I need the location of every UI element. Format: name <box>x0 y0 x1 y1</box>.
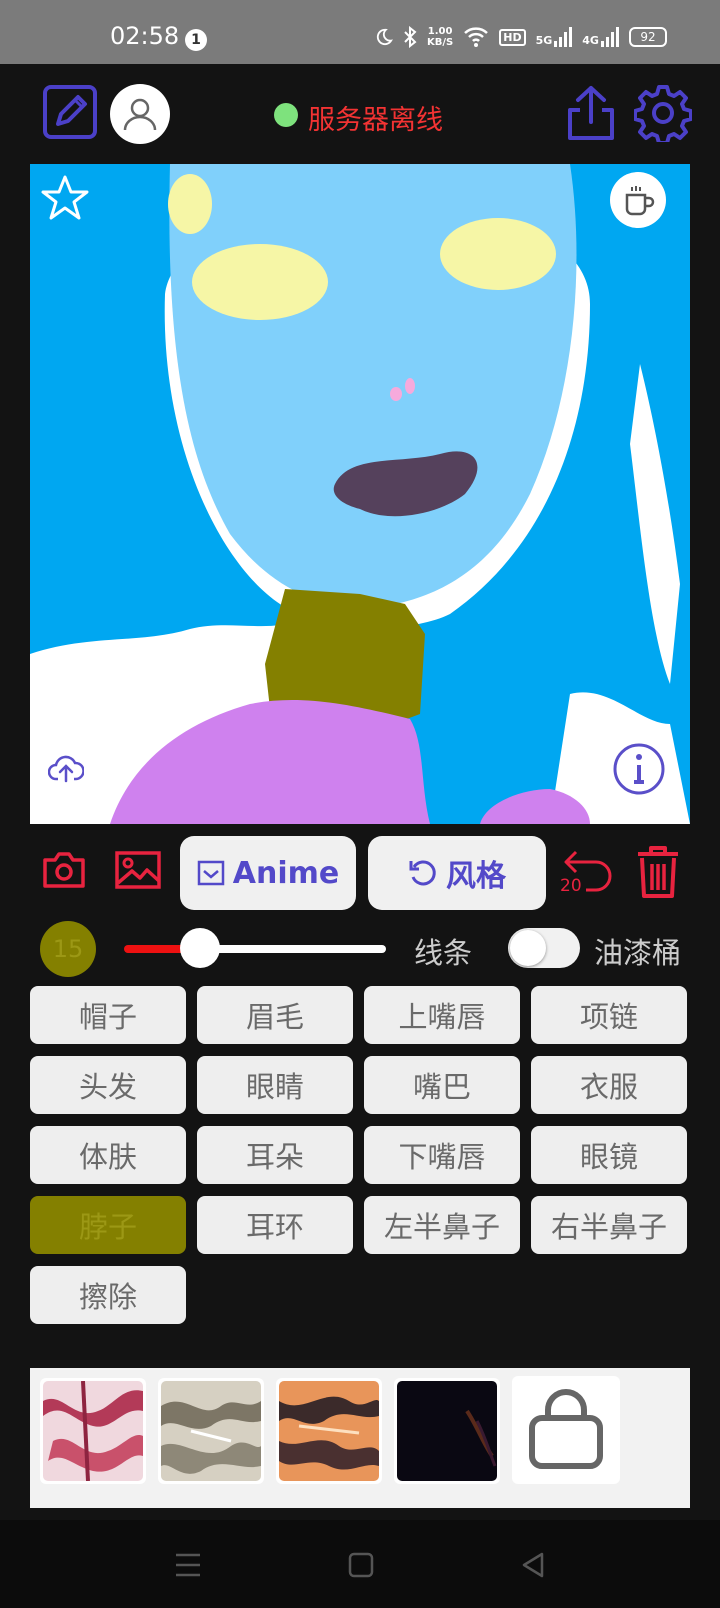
status-bar: 02:58 1 1.00 KB/S HD 5G 4G 92 <box>0 0 720 64</box>
toggle-knob <box>510 930 546 966</box>
part-button-eyes[interactable]: 眼睛 <box>197 1056 353 1114</box>
signal-bars-icon <box>600 27 619 47</box>
brush-slider-thumb[interactable] <box>180 928 220 968</box>
signal-bars-icon <box>554 27 573 47</box>
part-button-clothes[interactable]: 衣服 <box>531 1056 687 1114</box>
part-button-skin[interactable]: 体肤 <box>30 1126 186 1184</box>
moon-icon <box>376 28 393 46</box>
cloud-upload-icon[interactable] <box>38 740 94 796</box>
style-button[interactable]: 风格 <box>368 836 546 910</box>
anime-label: Anime <box>232 855 340 891</box>
gear-icon[interactable] <box>633 84 693 146</box>
style-label: 风格 <box>446 859 506 894</box>
star-icon[interactable] <box>40 174 90 222</box>
style-thumb-dark[interactable] <box>394 1378 500 1484</box>
hd-voice-icon: HD <box>499 28 526 46</box>
network-speed: 1.00 KB/S <box>427 26 453 48</box>
part-button-erase[interactable]: 擦除 <box>30 1266 186 1324</box>
part-button-upper-lip[interactable]: 上嘴唇 <box>364 986 520 1044</box>
info-icon[interactable] <box>612 742 666 796</box>
user-icon <box>123 98 157 131</box>
part-button-hair[interactable]: 头发 <box>30 1056 186 1114</box>
net2-label: 4G <box>582 34 599 47</box>
drawing-canvas[interactable] <box>30 164 690 824</box>
line-mode-label: 线条 <box>414 936 473 970</box>
part-button-glasses[interactable]: 眼镜 <box>531 1126 687 1184</box>
speed-value: 1.00 <box>427 26 453 37</box>
sketch-image <box>30 164 690 824</box>
undo-count: 20 <box>560 876 582 896</box>
pink-marble-image <box>43 1381 143 1481</box>
signal-5g: 5G <box>536 27 573 47</box>
style-thumb-orange[interactable] <box>276 1378 382 1484</box>
part-button-hat[interactable]: 帽子 <box>30 986 186 1044</box>
part-button-ears[interactable]: 耳朵 <box>197 1126 353 1184</box>
notification-badge: 1 <box>185 29 207 51</box>
orange-marble-image <box>279 1381 379 1481</box>
signal-4g: 4G <box>582 27 619 47</box>
brush-slider-track[interactable] <box>200 945 386 953</box>
dark-texture-image <box>397 1381 497 1481</box>
bucket-label: 油漆桶 <box>594 936 682 970</box>
bluetooth-icon <box>404 26 417 48</box>
bucket-toggle[interactable] <box>508 928 580 968</box>
part-button-earrings[interactable]: 耳环 <box>197 1196 353 1254</box>
speed-unit: KB/S <box>427 37 454 48</box>
style-thumb-silver[interactable] <box>158 1378 264 1484</box>
status-icons: 1.00 KB/S HD 5G 4G 92 <box>375 24 667 50</box>
refresh-icon <box>409 860 436 886</box>
status-time: 02:58 <box>110 22 180 50</box>
anime-button[interactable]: Anime <box>180 836 356 910</box>
shopping-bag-icon <box>529 1389 603 1469</box>
server-status-text: 服务器离线 <box>308 105 443 136</box>
camera-icon[interactable] <box>42 850 86 894</box>
part-button-mouth[interactable]: 嘴巴 <box>364 1056 520 1114</box>
part-button-eyebrow[interactable]: 眉毛 <box>197 986 353 1044</box>
coffee-cup-icon[interactable] <box>610 172 666 228</box>
style-store-button[interactable] <box>512 1376 620 1484</box>
part-button-right-nose[interactable]: 右半鼻子 <box>531 1196 687 1254</box>
battery-indicator: 92 <box>628 27 667 47</box>
share-icon[interactable] <box>566 84 616 146</box>
wifi-icon <box>464 27 489 47</box>
style-thumb-pink[interactable] <box>40 1378 146 1484</box>
back-icon[interactable] <box>520 1552 546 1582</box>
part-button-left-nose[interactable]: 左半鼻子 <box>364 1196 520 1254</box>
part-button-necklace[interactable]: 项链 <box>531 986 687 1044</box>
inbox-icon <box>197 860 225 886</box>
net1-label: 5G <box>535 34 553 47</box>
part-button-lower-lip[interactable]: 下嘴唇 <box>364 1126 520 1184</box>
edit-icon[interactable] <box>42 84 98 144</box>
server-status-dot <box>274 103 298 127</box>
home-icon[interactable] <box>348 1552 374 1582</box>
avatar[interactable] <box>110 84 170 144</box>
brush-size-indicator: 15 <box>40 921 96 977</box>
image-icon[interactable] <box>114 850 162 894</box>
part-button-neck[interactable]: 脖子 <box>30 1196 186 1254</box>
trash-icon[interactable] <box>634 844 682 904</box>
menu-icon[interactable] <box>174 1552 202 1582</box>
silver-marble-image <box>161 1381 261 1481</box>
